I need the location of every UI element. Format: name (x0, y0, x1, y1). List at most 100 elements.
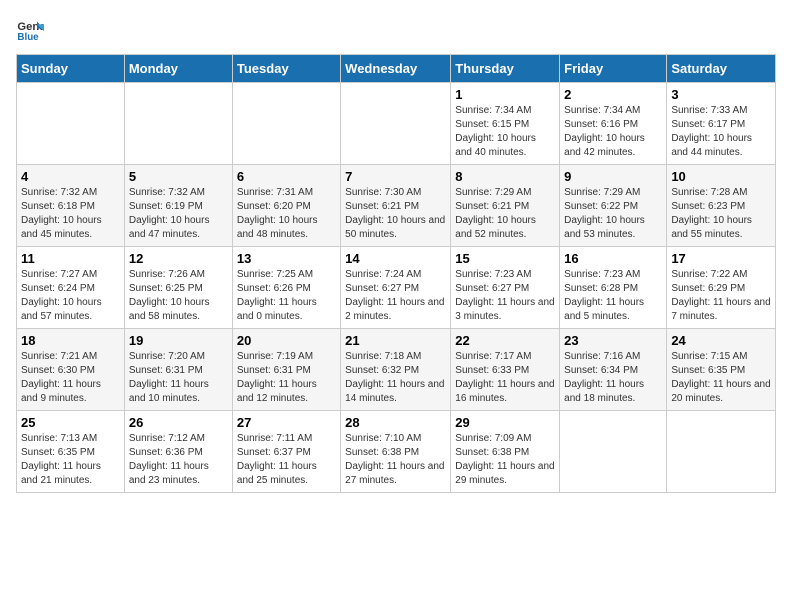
day-info: Sunrise: 7:27 AM Sunset: 6:24 PM Dayligh… (21, 268, 120, 324)
calendar-cell: 10 Sunrise: 7:28 AM Sunset: 6:23 PM Dayli… (667, 165, 776, 247)
week-row-2: 11 Sunrise: 7:27 AM Sunset: 6:24 PM Dayli… (17, 247, 776, 329)
day-info: Sunrise: 7:18 AM Sunset: 6:32 PM Dayligh… (345, 350, 446, 406)
calendar-cell: 4 Sunrise: 7:32 AM Sunset: 6:18 PM Daylig… (17, 165, 125, 247)
header-sunday: Sunday (17, 55, 125, 83)
calendar-cell: 16 Sunrise: 7:23 AM Sunset: 6:28 PM Dayli… (560, 247, 667, 329)
day-number: 11 (21, 251, 120, 266)
day-info: Sunrise: 7:23 AM Sunset: 6:27 PM Dayligh… (455, 268, 555, 324)
day-info: Sunrise: 7:29 AM Sunset: 6:22 PM Dayligh… (564, 186, 662, 242)
calendar-cell: 2 Sunrise: 7:34 AM Sunset: 6:16 PM Daylig… (560, 83, 667, 165)
calendar-cell: 9 Sunrise: 7:29 AM Sunset: 6:22 PM Daylig… (560, 165, 667, 247)
header-saturday: Saturday (667, 55, 776, 83)
calendar-cell: 7 Sunrise: 7:30 AM Sunset: 6:21 PM Daylig… (341, 165, 451, 247)
calendar-cell: 25 Sunrise: 7:13 AM Sunset: 6:35 PM Dayli… (17, 411, 125, 493)
calendar-cell: 1 Sunrise: 7:34 AM Sunset: 6:15 PM Daylig… (451, 83, 560, 165)
calendar-cell: 21 Sunrise: 7:18 AM Sunset: 6:32 PM Dayli… (341, 329, 451, 411)
day-info: Sunrise: 7:25 AM Sunset: 6:26 PM Dayligh… (237, 268, 336, 324)
calendar-cell: 3Sunrise: 7:33 AM Sunset: 6:17 PM Daylig… (667, 83, 776, 165)
day-info: Sunrise: 7:10 AM Sunset: 6:38 PM Dayligh… (345, 432, 446, 488)
day-info: Sunrise: 7:23 AM Sunset: 6:28 PM Dayligh… (564, 268, 662, 324)
day-info: Sunrise: 7:32 AM Sunset: 6:19 PM Dayligh… (129, 186, 228, 242)
day-info: Sunrise: 7:34 AM Sunset: 6:15 PM Dayligh… (455, 104, 555, 160)
day-number: 19 (129, 333, 228, 348)
day-number: 6 (237, 169, 336, 184)
day-number: 17 (671, 251, 771, 266)
day-number: 10 (671, 169, 771, 184)
calendar-cell: 29 Sunrise: 7:09 AM Sunset: 6:38 PM Dayli… (451, 411, 560, 493)
day-number: 22 (455, 333, 555, 348)
day-info: Sunrise: 7:13 AM Sunset: 6:35 PM Dayligh… (21, 432, 120, 488)
day-number: 9 (564, 169, 662, 184)
day-number: 1 (455, 87, 555, 102)
day-number: 24 (671, 333, 771, 348)
day-number: 12 (129, 251, 228, 266)
header: General Blue (16, 16, 776, 44)
day-info: Sunrise: 7:26 AM Sunset: 6:25 PM Dayligh… (129, 268, 228, 324)
week-row-4: 25 Sunrise: 7:13 AM Sunset: 6:35 PM Dayli… (17, 411, 776, 493)
calendar-cell: 18Sunrise: 7:21 AM Sunset: 6:30 PM Dayli… (17, 329, 125, 411)
day-number: 23 (564, 333, 662, 348)
week-row-3: 18Sunrise: 7:21 AM Sunset: 6:30 PM Dayli… (17, 329, 776, 411)
header-tuesday: Tuesday (232, 55, 340, 83)
calendar-cell: 20Sunrise: 7:19 AM Sunset: 6:31 PM Dayli… (232, 329, 340, 411)
calendar-cell: 8Sunrise: 7:29 AM Sunset: 6:21 PM Daylig… (451, 165, 560, 247)
calendar-header-row: SundayMondayTuesdayWednesdayThursdayFrid… (17, 55, 776, 83)
day-number: 16 (564, 251, 662, 266)
day-info: Sunrise: 7:28 AM Sunset: 6:23 PM Dayligh… (671, 186, 771, 242)
calendar-cell: 19 Sunrise: 7:20 AM Sunset: 6:31 PM Dayli… (124, 329, 232, 411)
calendar-cell: 26 Sunrise: 7:12 AM Sunset: 6:36 PM Dayli… (124, 411, 232, 493)
calendar-cell: 24 Sunrise: 7:15 AM Sunset: 6:35 PM Dayli… (667, 329, 776, 411)
day-number: 13 (237, 251, 336, 266)
day-number: 4 (21, 169, 120, 184)
day-info: Sunrise: 7:20 AM Sunset: 6:31 PM Dayligh… (129, 350, 228, 406)
day-info: Sunrise: 7:24 AM Sunset: 6:27 PM Dayligh… (345, 268, 446, 324)
header-friday: Friday (560, 55, 667, 83)
day-info: Sunrise: 7:15 AM Sunset: 6:35 PM Dayligh… (671, 350, 771, 406)
day-info: Sunrise: 7:12 AM Sunset: 6:36 PM Dayligh… (129, 432, 228, 488)
logo: General Blue (16, 16, 48, 44)
header-thursday: Thursday (451, 55, 560, 83)
calendar-cell: 28 Sunrise: 7:10 AM Sunset: 6:38 PM Dayli… (341, 411, 451, 493)
calendar-cell: 17 Sunrise: 7:22 AM Sunset: 6:29 PM Dayli… (667, 247, 776, 329)
week-row-1: 4 Sunrise: 7:32 AM Sunset: 6:18 PM Daylig… (17, 165, 776, 247)
day-info: Sunrise: 7:31 AM Sunset: 6:20 PM Dayligh… (237, 186, 336, 242)
calendar-cell (232, 83, 340, 165)
calendar-cell: 23Sunrise: 7:16 AM Sunset: 6:34 PM Dayli… (560, 329, 667, 411)
day-info: Sunrise: 7:17 AM Sunset: 6:33 PM Dayligh… (455, 350, 555, 406)
day-info: Sunrise: 7:30 AM Sunset: 6:21 PM Dayligh… (345, 186, 446, 242)
day-number: 28 (345, 415, 446, 430)
day-info: Sunrise: 7:34 AM Sunset: 6:16 PM Dayligh… (564, 104, 662, 160)
day-number: 8 (455, 169, 555, 184)
calendar-table: SundayMondayTuesdayWednesdayThursdayFrid… (16, 54, 776, 493)
calendar-cell: 12 Sunrise: 7:26 AM Sunset: 6:25 PM Dayli… (124, 247, 232, 329)
calendar-cell: 14Sunrise: 7:24 AM Sunset: 6:27 PM Dayli… (341, 247, 451, 329)
day-number: 21 (345, 333, 446, 348)
calendar-cell: 13 Sunrise: 7:25 AM Sunset: 6:26 PM Dayli… (232, 247, 340, 329)
day-number: 20 (237, 333, 336, 348)
day-number: 2 (564, 87, 662, 102)
day-number: 25 (21, 415, 120, 430)
calendar-cell: 5 Sunrise: 7:32 AM Sunset: 6:19 PM Daylig… (124, 165, 232, 247)
calendar-cell (560, 411, 667, 493)
day-number: 26 (129, 415, 228, 430)
calendar-cell: 27 Sunrise: 7:11 AM Sunset: 6:37 PM Dayli… (232, 411, 340, 493)
calendar-cell: 6 Sunrise: 7:31 AM Sunset: 6:20 PM Daylig… (232, 165, 340, 247)
day-info: Sunrise: 7:11 AM Sunset: 6:37 PM Dayligh… (237, 432, 336, 488)
day-info: Sunrise: 7:22 AM Sunset: 6:29 PM Dayligh… (671, 268, 771, 324)
day-number: 3 (671, 87, 771, 102)
day-info: Sunrise: 7:32 AM Sunset: 6:18 PM Dayligh… (21, 186, 120, 242)
day-number: 27 (237, 415, 336, 430)
calendar-cell (124, 83, 232, 165)
day-info: Sunrise: 7:21 AM Sunset: 6:30 PM Dayligh… (21, 350, 120, 406)
calendar-cell: 11 Sunrise: 7:27 AM Sunset: 6:24 PM Dayli… (17, 247, 125, 329)
day-number: 5 (129, 169, 228, 184)
calendar-cell: 22 Sunrise: 7:17 AM Sunset: 6:33 PM Dayli… (451, 329, 560, 411)
day-number: 29 (455, 415, 555, 430)
day-number: 15 (455, 251, 555, 266)
svg-text:Blue: Blue (17, 32, 39, 43)
week-row-0: 1 Sunrise: 7:34 AM Sunset: 6:15 PM Daylig… (17, 83, 776, 165)
day-info: Sunrise: 7:09 AM Sunset: 6:38 PM Dayligh… (455, 432, 555, 488)
day-number: 7 (345, 169, 446, 184)
header-monday: Monday (124, 55, 232, 83)
calendar-cell (17, 83, 125, 165)
